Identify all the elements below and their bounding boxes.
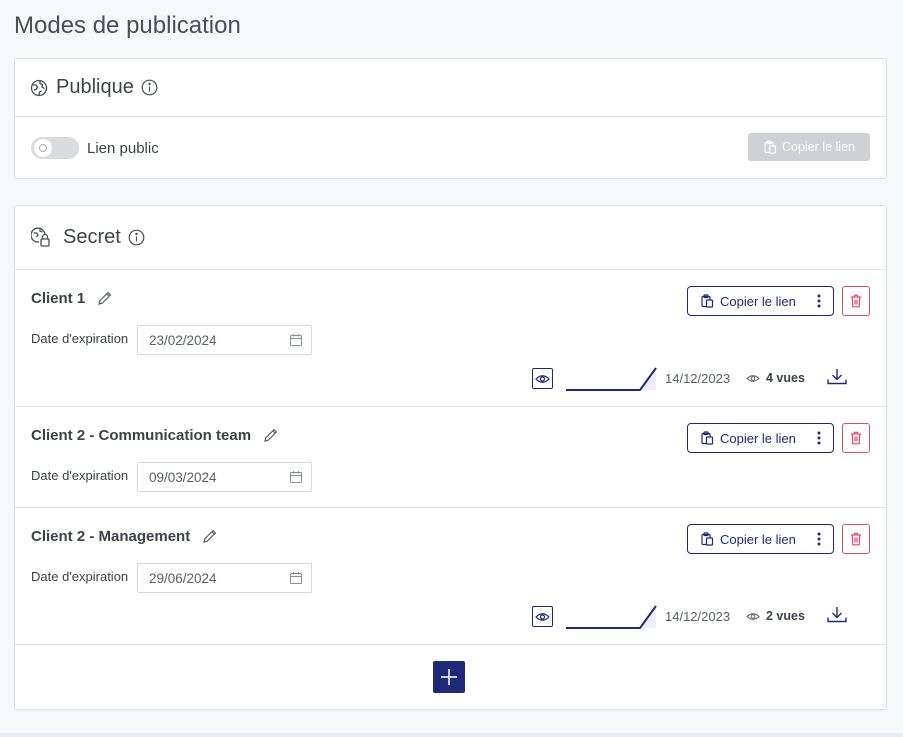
client-name: Client 1 [31, 290, 86, 307]
info-icon[interactable] [128, 229, 145, 246]
secret-title: Secret [63, 226, 121, 248]
public-card: Publique Lien public Copier le lien [14, 58, 887, 179]
expiration-date-input[interactable]: 09/03/2024 [137, 462, 312, 492]
stats-row: 14/12/2023 2 vues [15, 604, 886, 630]
preview-eye-icon[interactable] [532, 368, 553, 389]
expiration-date-value: 29/06/2024 [149, 570, 217, 586]
expiration-label: Date d'expiration [31, 468, 129, 483]
public-header: Publique [15, 59, 886, 117]
more-options-icon[interactable] [817, 532, 821, 546]
trash-icon [850, 294, 862, 308]
download-icon[interactable] [826, 606, 848, 624]
plus-icon [440, 668, 458, 686]
views-count-text: 4 vues [766, 371, 805, 385]
delete-client-button[interactable] [842, 524, 870, 554]
last-view-date: 14/12/2023 [665, 609, 731, 624]
views-sparkline [566, 605, 657, 629]
calendar-icon[interactable] [289, 470, 303, 484]
clipboard-icon [700, 532, 714, 546]
expiration-date-value: 23/02/2024 [149, 332, 217, 348]
trash-icon [850, 532, 862, 546]
bottom-divider [0, 733, 903, 737]
pencil-icon[interactable] [201, 528, 218, 545]
client-name: Client 2 - Communication team [31, 427, 252, 444]
copy-link-label: Copier le lien [720, 531, 796, 547]
expiration-date-input[interactable]: 29/06/2024 [137, 563, 312, 593]
add-client-button[interactable] [433, 661, 465, 693]
expiration-date-input[interactable]: 23/02/2024 [137, 325, 312, 355]
public-link-toggle[interactable] [31, 137, 79, 159]
copy-link-button[interactable]: Copier le lien [687, 423, 834, 453]
page-title: Modes de publication [14, 12, 241, 39]
client-item: Client 2 - Communication team Date d'exp… [15, 407, 886, 508]
secret-header: Secret [15, 206, 886, 270]
download-icon[interactable] [826, 368, 848, 386]
pencil-icon[interactable] [262, 427, 279, 444]
expiration-label: Date d'expiration [31, 331, 129, 346]
copy-link-button[interactable]: Copier le lien [687, 286, 834, 316]
secret-globe-lock-icon [31, 226, 51, 249]
info-icon[interactable] [141, 79, 158, 96]
more-options-icon[interactable] [817, 294, 821, 308]
calendar-icon[interactable] [289, 571, 303, 585]
public-link-label: Lien public [87, 139, 159, 157]
clipboard-icon [700, 294, 714, 308]
views-count-text: 2 vues [766, 609, 805, 623]
public-title: Publique [56, 76, 134, 98]
client-item: Client 1 Date d'expiration 23/02/2024 Co… [15, 270, 886, 407]
trash-icon [850, 431, 862, 445]
views-count: 4 vues [746, 371, 805, 385]
public-link-row: Lien public Copier le lien [15, 117, 886, 179]
copy-link-label: Copier le lien [720, 293, 796, 309]
client-name-row: Client 1 [31, 290, 113, 307]
delete-client-button[interactable] [842, 286, 870, 316]
client-name-row: Client 2 - Management [31, 528, 218, 545]
secret-card: Secret Client 1 Date d'expiration 23/02/… [14, 205, 887, 710]
copy-link-button[interactable]: Copier le lien [687, 524, 834, 554]
eye-icon [746, 612, 760, 620]
clipboard-icon [700, 431, 714, 445]
expiration-date-value: 09/03/2024 [149, 469, 217, 485]
globe-icon [30, 79, 48, 97]
more-options-icon[interactable] [817, 431, 821, 445]
client-item: Client 2 - Management Date d'expiration … [15, 508, 886, 645]
eye-icon [746, 374, 760, 382]
views-count: 2 vues [746, 609, 805, 623]
copy-public-link-button[interactable]: Copier le lien [748, 133, 870, 161]
views-sparkline [566, 367, 657, 391]
client-name-row: Client 2 - Communication team [31, 427, 279, 444]
delete-client-button[interactable] [842, 423, 870, 453]
pencil-icon[interactable] [96, 290, 113, 307]
calendar-icon[interactable] [289, 333, 303, 347]
stats-row: 14/12/2023 4 vues [15, 366, 886, 392]
expiration-label: Date d'expiration [31, 569, 129, 584]
toggle-knob [34, 139, 52, 157]
copy-link-label: Copier le lien [720, 430, 796, 446]
clipboard-icon [763, 140, 777, 154]
client-name: Client 2 - Management [31, 528, 191, 545]
last-view-date: 14/12/2023 [665, 371, 731, 386]
preview-eye-icon[interactable] [532, 606, 553, 627]
copy-public-link-label: Copier le lien [782, 140, 855, 154]
